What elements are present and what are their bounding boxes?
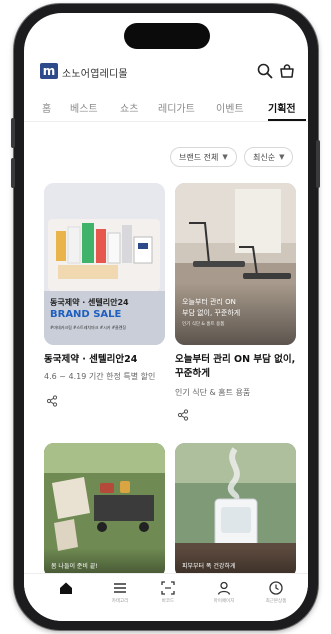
menu-icon xyxy=(114,583,126,593)
dynamic-island xyxy=(124,23,210,49)
home-icon xyxy=(60,582,72,594)
exhibition-card-image[interactable]: 동국제약 · 센텔리안24 BRAND SALE #마데카크림 #스트레치마크 … xyxy=(44,183,165,345)
banner-title: 피부부터 폭 건강하게 xyxy=(182,563,236,570)
card-title[interactable]: 동국제약 · 센텔리안24 xyxy=(44,353,168,367)
bottom-navigation: 카테고리 바코드 마이페이지 최근본상품 xyxy=(24,573,308,621)
nav-label: 카테고리 xyxy=(111,599,129,604)
banner-title: 오늘부터 관리 ON xyxy=(182,298,236,306)
nav-mypage[interactable]: 마이페이지 xyxy=(204,580,244,618)
chevron-down-icon: ▼ xyxy=(279,153,285,161)
banner-title: 동국제약 · 센텔리안24 xyxy=(50,298,129,307)
banner-caption: 인기 식단 & 홈트 용품 xyxy=(182,322,225,327)
exhibition-card-image[interactable]: 봄 나들이 준비 끝! xyxy=(44,443,165,578)
active-tab-indicator xyxy=(268,119,306,121)
user-icon xyxy=(217,581,231,595)
logo-icon[interactable]: m xyxy=(40,63,58,79)
tab-home[interactable]: 홈 xyxy=(42,100,51,115)
search-icon[interactable] xyxy=(256,62,274,80)
brand-filter-dropdown[interactable]: 브랜드 전체 ▼ xyxy=(170,147,237,167)
tab-shorts[interactable]: 쇼츠 xyxy=(120,100,138,115)
volume-up-button xyxy=(11,118,15,148)
tab-best[interactable]: 베스트 xyxy=(70,100,98,115)
tab-readycart[interactable]: 레디가트 xyxy=(158,100,195,115)
scan-icon xyxy=(161,581,175,595)
clock-icon xyxy=(269,581,283,595)
exhibition-card-image[interactable]: 오늘부터 관리 ON 부담 없이, 꾸준하게 인기 식단 & 홈트 용품 xyxy=(175,183,296,345)
banner-hashtags: #마데카크림 #스트레치마크 #시카 #클렌징 xyxy=(50,325,127,330)
nav-label: 최근본상품 xyxy=(265,599,287,604)
banner-subtitle: 부담 없이, 꾸준하게 xyxy=(182,309,241,317)
brand-name[interactable]: 소노어엽레디몰 xyxy=(62,65,128,80)
nav-recent[interactable]: 최근본상품 xyxy=(256,580,296,618)
cart-icon[interactable] xyxy=(278,62,296,80)
share-icon[interactable] xyxy=(46,395,58,407)
phone-screen: m 소노어엽레디몰 홈 베스트 쇼츠 레디가트 이벤트 기획전 브랜드 전체 ▼… xyxy=(24,13,308,621)
card-title[interactable]: 오늘부터 관리 ON 부담 없이, 꾸준하게 xyxy=(175,353,299,381)
nav-home[interactable] xyxy=(46,580,86,618)
tab-event[interactable]: 이벤트 xyxy=(216,100,244,115)
brand-filter-label: 브랜드 전체 xyxy=(179,152,219,162)
volume-down-button xyxy=(11,158,15,188)
sort-label: 최신순 xyxy=(253,152,276,162)
banner-sale-label: BRAND SALE xyxy=(50,309,122,320)
exhibition-card-image[interactable]: 피부부터 폭 건강하게 xyxy=(175,443,296,578)
nav-label: 마이페이지 xyxy=(213,599,235,604)
category-tabs: 홈 베스트 쇼츠 레디가트 이벤트 기획전 xyxy=(24,95,308,122)
nav-barcode[interactable]: 바코드 xyxy=(148,580,188,618)
nav-label: 바코드 xyxy=(161,599,175,604)
power-button xyxy=(316,140,320,188)
share-icon[interactable] xyxy=(177,409,189,421)
banner-title: 봄 나들이 준비 끝! xyxy=(51,563,98,570)
card-subtitle: 인기 식단 & 홈트 용품 xyxy=(175,388,251,397)
card-subtitle: 4.6 ~ 4.19 기간 한정 특별 할인 xyxy=(44,372,156,381)
chevron-down-icon: ▼ xyxy=(222,153,228,161)
nav-category[interactable]: 카테고리 xyxy=(100,580,140,618)
app-header: m 소노어엽레디몰 xyxy=(24,61,308,83)
sort-dropdown[interactable]: 최신순 ▼ xyxy=(244,147,294,167)
tab-exhibition[interactable]: 기획전 xyxy=(268,100,296,115)
